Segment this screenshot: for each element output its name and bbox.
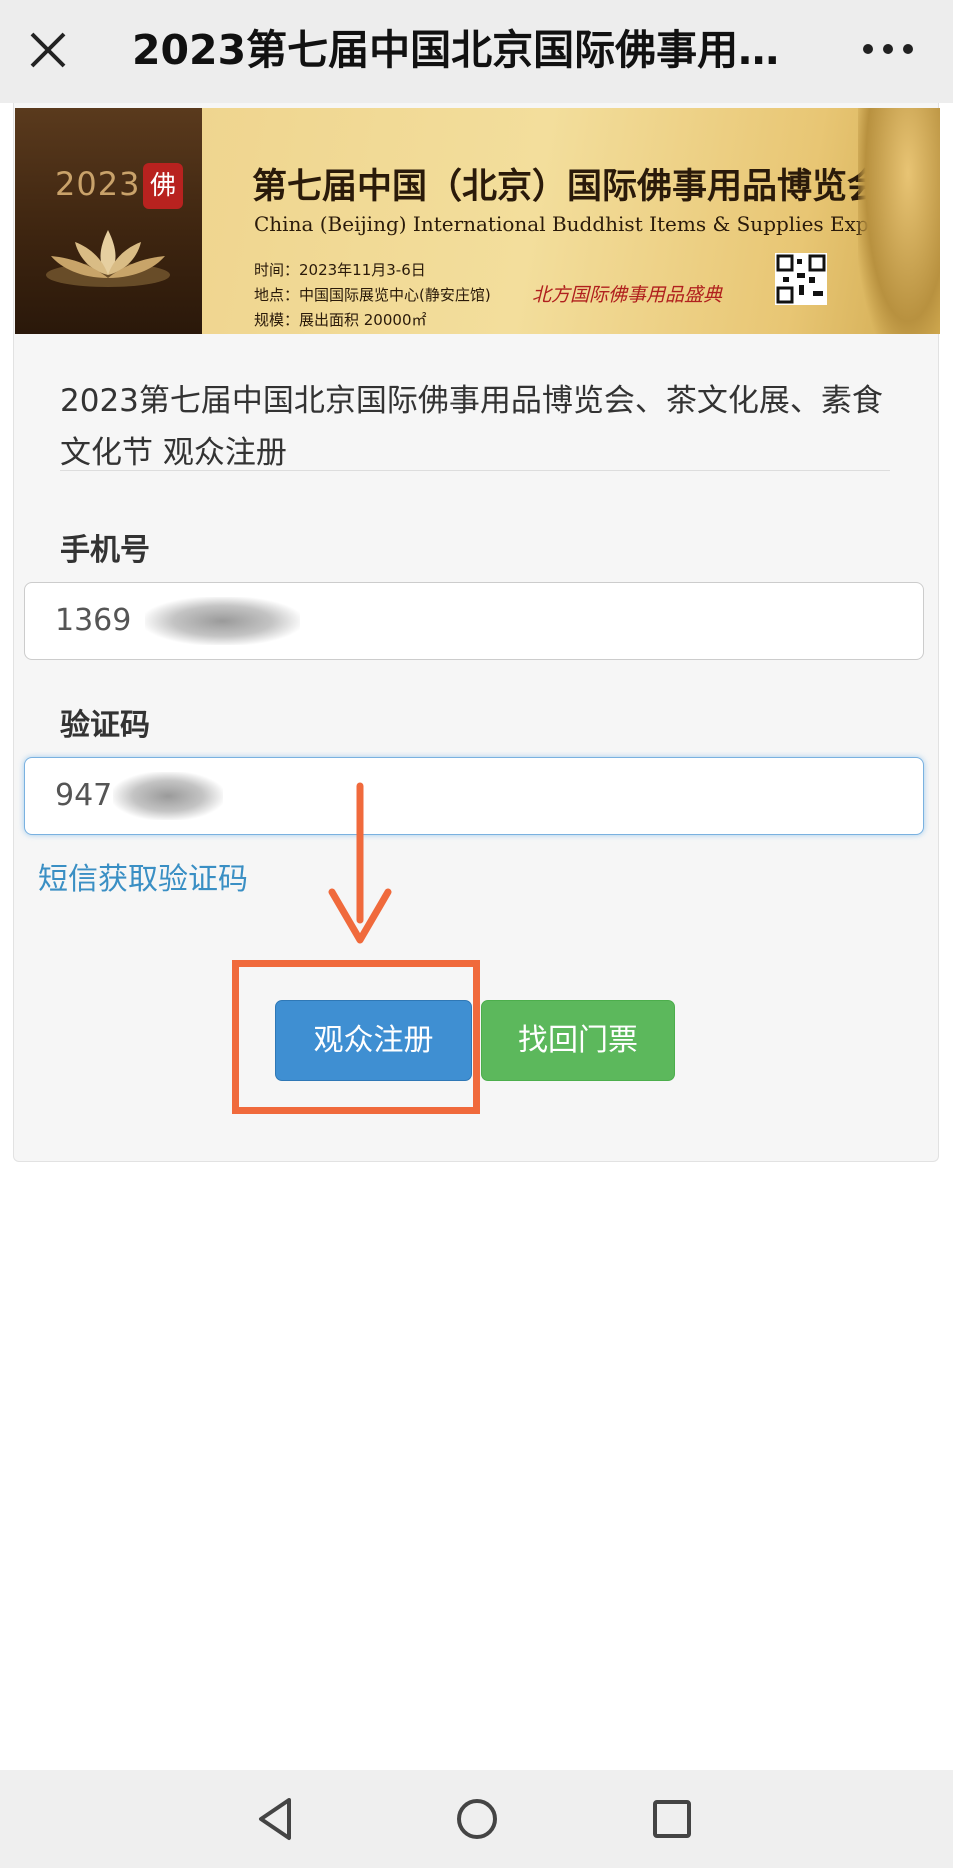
- banner-left-panel: 2023 佛: [15, 108, 202, 334]
- banner-seal: 佛: [143, 163, 183, 209]
- back-icon[interactable]: [249, 1792, 303, 1846]
- title-bar: 2023第七届中国北京国际佛事用品...: [0, 0, 953, 103]
- home-icon[interactable]: [450, 1792, 504, 1846]
- banner-right-panel: 第七届中国（北京）国际佛事用品博览会 China (Beijing) Inter…: [202, 108, 940, 334]
- banner-info: 时间：2023年11月3-6日 地点：中国国际展览中心(静安庄馆) 规模：展出面…: [254, 258, 491, 333]
- qr-code-icon: [775, 253, 827, 305]
- system-nav-bar: [0, 1770, 953, 1868]
- divider: [60, 470, 890, 471]
- phone-label: 手机号: [60, 533, 150, 568]
- banner-subtitle: China (Beijing) International Buddhist I…: [254, 212, 881, 236]
- buddha-statue-image: [858, 108, 940, 334]
- banner-info-line: 规模：展出面积 20000㎡: [254, 311, 427, 329]
- close-icon[interactable]: [28, 30, 68, 70]
- lotus-icon: [46, 230, 170, 287]
- sms-code-link[interactable]: 短信获取验证码: [38, 854, 248, 898]
- banner-title: 第七届中国（北京）国际佛事用品博览会: [252, 167, 883, 207]
- form-header: 2023第七届中国北京国际佛事用品博览会、茶文化展、素食文化节 观众注册: [60, 383, 883, 471]
- phone-value: 1369: [55, 603, 132, 638]
- recents-icon[interactable]: [645, 1792, 699, 1846]
- banner-info-line: 时间：2023年11月3-6日: [254, 261, 426, 279]
- retrieve-ticket-button[interactable]: 找回门票: [481, 1000, 675, 1081]
- phone-input[interactable]: 1369: [24, 582, 924, 660]
- banner-info-line: 地点：中国国际展览中心(静安庄馆): [254, 286, 491, 304]
- banner-brand: 北方国际佛事用品盛典: [532, 284, 723, 306]
- arrow-down-icon: [328, 782, 392, 944]
- more-icon[interactable]: [860, 34, 916, 64]
- highlight-box: [232, 960, 480, 1114]
- code-label: 验证码: [60, 708, 150, 743]
- verification-code-input[interactable]: 947: [24, 757, 924, 835]
- redaction-blur: [113, 772, 223, 820]
- expo-banner: 2023 佛 第七届中国（北京）国际佛事用品博览会 China (Beijing…: [15, 108, 940, 334]
- code-value: 947: [55, 778, 113, 813]
- banner-year: 2023: [55, 165, 141, 203]
- redaction-blur: [145, 597, 300, 645]
- page-title: 2023第七届中国北京国际佛事用品...: [132, 26, 792, 74]
